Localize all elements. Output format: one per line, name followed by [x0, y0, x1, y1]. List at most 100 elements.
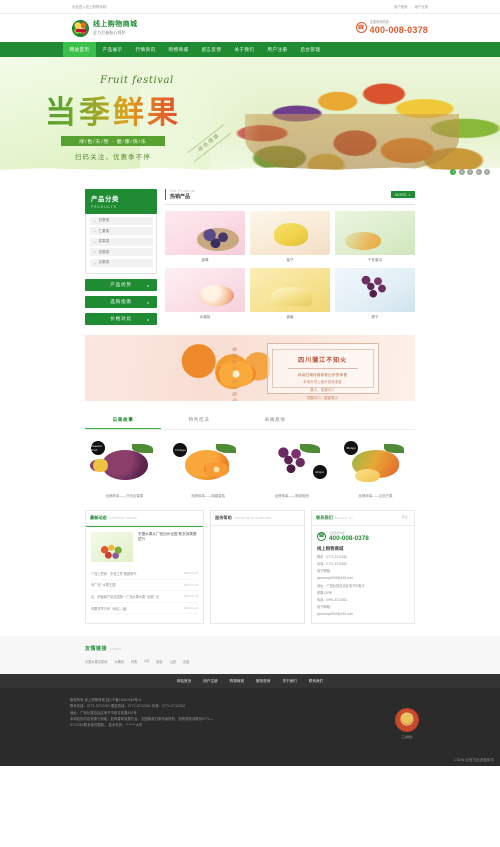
banner-dot-3[interactable]: 3	[467, 169, 474, 175]
login-link[interactable]: 用户登录	[394, 4, 408, 9]
tab-contact-us[interactable]: 联系我们 Contact Us	[316, 511, 355, 525]
story-item[interactable]: Orange 品牌故事——明媚蜜桔	[169, 437, 248, 498]
friendly-link[interactable]: QQ	[144, 659, 149, 664]
sidebar-button-guide[interactable]: 选购指南 ▸	[85, 296, 157, 309]
contact-hotline-text: 全国服务热线 400-008-0378	[329, 531, 369, 542]
friendly-link[interactable]: 列表	[131, 659, 137, 664]
links-title-en: LINKS	[110, 647, 122, 652]
product-card[interactable]: 柚子	[250, 210, 330, 263]
product-label: 蓝莓	[201, 257, 209, 262]
leaf-icon	[132, 444, 153, 453]
brand-block[interactable]: 线上购物商城 全力打造贴心呵护	[72, 19, 137, 37]
company-news-body: 东盟水果从广西加州全国 助农劳果基层行 广西上思家：东道之界 随蔬带市 2022…	[86, 527, 203, 620]
gov-badge[interactable]: 工商网监	[392, 708, 422, 739]
friendly-link[interactable]: 中国水果交易网	[85, 659, 107, 664]
story-item[interactable]: Grape 品牌故事——鲜甜葡萄	[253, 437, 332, 498]
sidebar-button-price-compare[interactable]: 价格对比 ▸	[85, 313, 157, 326]
product-card[interactable]: 香蕉	[250, 267, 330, 320]
tab-company-news[interactable]: 最新动态 COMPANY NEWS	[90, 511, 139, 525]
category-item-3[interactable]: ▸ 浆果类	[89, 237, 153, 246]
news-list-item[interactable]: 区、积福能产量全国第一广西水果水果 "出圈" 记 2022-01-19	[91, 591, 198, 603]
news-list: 广西上思家：东道之界 随蔬带市 2022-01-19 来广西 "水果王国" 20…	[91, 568, 198, 615]
contact-header: 联系我们 Contact Us 更多	[312, 511, 414, 526]
story-caption: 品牌故事——百色芒果	[358, 493, 393, 498]
tab-picking-base[interactable]: 采摘基地	[237, 413, 313, 429]
news-list-item[interactable]: 广西上思家：东道之界 随蔬带市 2022-01-19	[91, 568, 198, 580]
product-card[interactable]: 千年蜜瓜	[335, 210, 415, 263]
hot-products-more-button[interactable]: MORE >	[391, 190, 415, 199]
company-news-panel: 最新动态 COMPANY NEWS 东盟水果从广西加州全国 助农劳果基层行 广西…	[85, 509, 204, 625]
tab-technique-support[interactable]: 服务帮助 TECHNIQUE SUPPORT	[215, 511, 274, 525]
category-label: 仁果类	[98, 228, 110, 233]
friendly-link[interactable]: 山西	[170, 659, 176, 664]
sidebar-button-label: 价格对比	[110, 316, 132, 322]
contact-hotline: ☎ 全国服务热线 400-008-0378	[317, 531, 409, 542]
story-grid: Passion fruit 品牌故事——只而百香果 Orange 品牌故事——明…	[85, 437, 415, 498]
banner-script-text: Fruit festival	[100, 75, 174, 86]
category-item-4[interactable]: ▸ 坚果类	[89, 248, 153, 257]
footer-nav-home[interactable]: 网站首页	[177, 679, 191, 684]
nav-item-about[interactable]: 关于我们	[228, 42, 261, 57]
tab-label-en: COMPANY NEWS	[109, 515, 138, 520]
category-item-1[interactable]: ▸ 甘蔗类	[89, 216, 153, 225]
friendly-link[interactable]: 水果网	[114, 659, 124, 664]
product-image	[165, 210, 245, 255]
news-date: 2022-01-19	[183, 571, 198, 576]
news-date: 2022-01-19	[183, 582, 198, 587]
nav-item-products[interactable]: 产品展示	[96, 42, 129, 57]
watermark: CSDN @官方优选程序员	[454, 758, 494, 763]
product-label: 提子	[371, 314, 379, 319]
nav-item-news[interactable]: 行情资讯	[129, 42, 162, 57]
featured-news[interactable]: 东盟水果从广西加州全国 助农劳果基层行	[91, 531, 198, 562]
footer-line: 5712262联系我们删除。 技术支持：*******大学	[70, 723, 143, 728]
footer-nav-contact[interactable]: 联系我们	[309, 679, 323, 684]
promo-banner[interactable]: 香甜多汁，吃了就停不下来 四川蒲江不知火 恭喜四海传媒新鲜出炉的味蕾 本地天然上…	[85, 335, 415, 402]
contact-panel: 联系我们 Contact Us 更多 ☎ 全国服务热线 400-008-0378	[311, 509, 415, 625]
tab-special-recipes[interactable]: 特色吃法	[161, 413, 237, 429]
leaf-icon	[299, 444, 321, 453]
footer-nav-about[interactable]: 关于我们	[282, 679, 296, 684]
product-card[interactable]: 蓝莓	[165, 210, 245, 263]
tab-label-cn: 联系我们	[316, 514, 333, 520]
tab-label-cn: 服务帮助	[215, 514, 232, 520]
welcome-text: 欢迎进入线上购物商城!	[72, 5, 107, 9]
category-item-2[interactable]: ▸ 仁果类	[89, 227, 153, 236]
promo-card: 四川蒲江不知火 恭喜四海传媒新鲜出炉的味蕾 本地天然上面外皮味道甜 果大，甜辣可…	[266, 343, 379, 400]
footer-nav-register[interactable]: 用户注册	[203, 679, 217, 684]
category-item-5[interactable]: ▸ 瓜果类	[89, 258, 153, 267]
banner-dot-5[interactable]: 5	[484, 169, 490, 175]
banner-dot-2[interactable]: 2	[458, 169, 465, 175]
footer-nav-shop[interactable]: 购物商城	[230, 679, 244, 684]
nav-item-shop[interactable]: 购物商城	[162, 42, 195, 57]
product-image	[335, 210, 415, 255]
friendly-links-header: 友情链接 LINKS	[85, 645, 415, 652]
hot-products-header: Hot Products 热销产品 MORE >	[165, 189, 415, 205]
friendly-link[interactable]: 新浪	[156, 659, 162, 664]
news-list-item[interactable]: 来广西 "水果王国" 2022-01-19	[91, 580, 198, 592]
product-card[interactable]: 水蜜桃	[165, 267, 245, 320]
banner-dot-4[interactable]: 4	[475, 169, 482, 175]
friendly-link[interactable]: 百度	[183, 659, 189, 664]
news-list-item[interactable]: 来果在举行有（地区—届） 2022-01-19	[91, 603, 198, 615]
story-item[interactable]: Mango 品牌故事——百色芒果	[336, 437, 415, 498]
promo-card-inner: 四川蒲江不知火 恭喜四海传媒新鲜出炉的味蕾 本地天然上面外皮味道甜 果大，甜辣可…	[271, 349, 374, 400]
story-item[interactable]: Passion fruit 品牌故事——只而百香果	[85, 437, 164, 498]
news-title: 广西上思家：东道之界 随蔬带市	[91, 571, 137, 576]
register-link[interactable]: 用户注册	[414, 4, 428, 9]
banner-dot-1[interactable]: 1	[450, 169, 457, 175]
products-section: 产品分类 PRODUCTS ▸ 甘蔗类 ▸ 仁果类 ▸ 浆果类 ▸ 坚果类 ▸ …	[85, 180, 415, 326]
category-label: 甘蔗类	[98, 218, 110, 222]
sidebar-button-advantages[interactable]: 产品优势 ▸	[85, 279, 157, 292]
nav-item-register[interactable]: 用户注册	[261, 42, 294, 57]
contact-more-link[interactable]: 更多	[402, 511, 410, 525]
nav-item-home[interactable]: 网站首页	[63, 42, 96, 57]
footer-nav-service[interactable]: 服务咨询	[256, 679, 270, 684]
leaf-icon	[383, 444, 404, 453]
contact-company-name: 线上购物商城	[317, 545, 344, 551]
hot-products-title-en: Hot Products	[170, 189, 196, 193]
product-card[interactable]: 提子	[335, 267, 415, 320]
friendly-links-section: 友情链接 LINKS 中国水果交易网 水果网 列表 QQ 新浪 山西 百度	[0, 636, 500, 675]
tab-fruit-stories[interactable]: 瓜果故事	[85, 413, 161, 429]
nav-item-admin[interactable]: 后台管理	[294, 42, 327, 57]
nav-item-feedback[interactable]: 留言反馈	[195, 42, 228, 57]
